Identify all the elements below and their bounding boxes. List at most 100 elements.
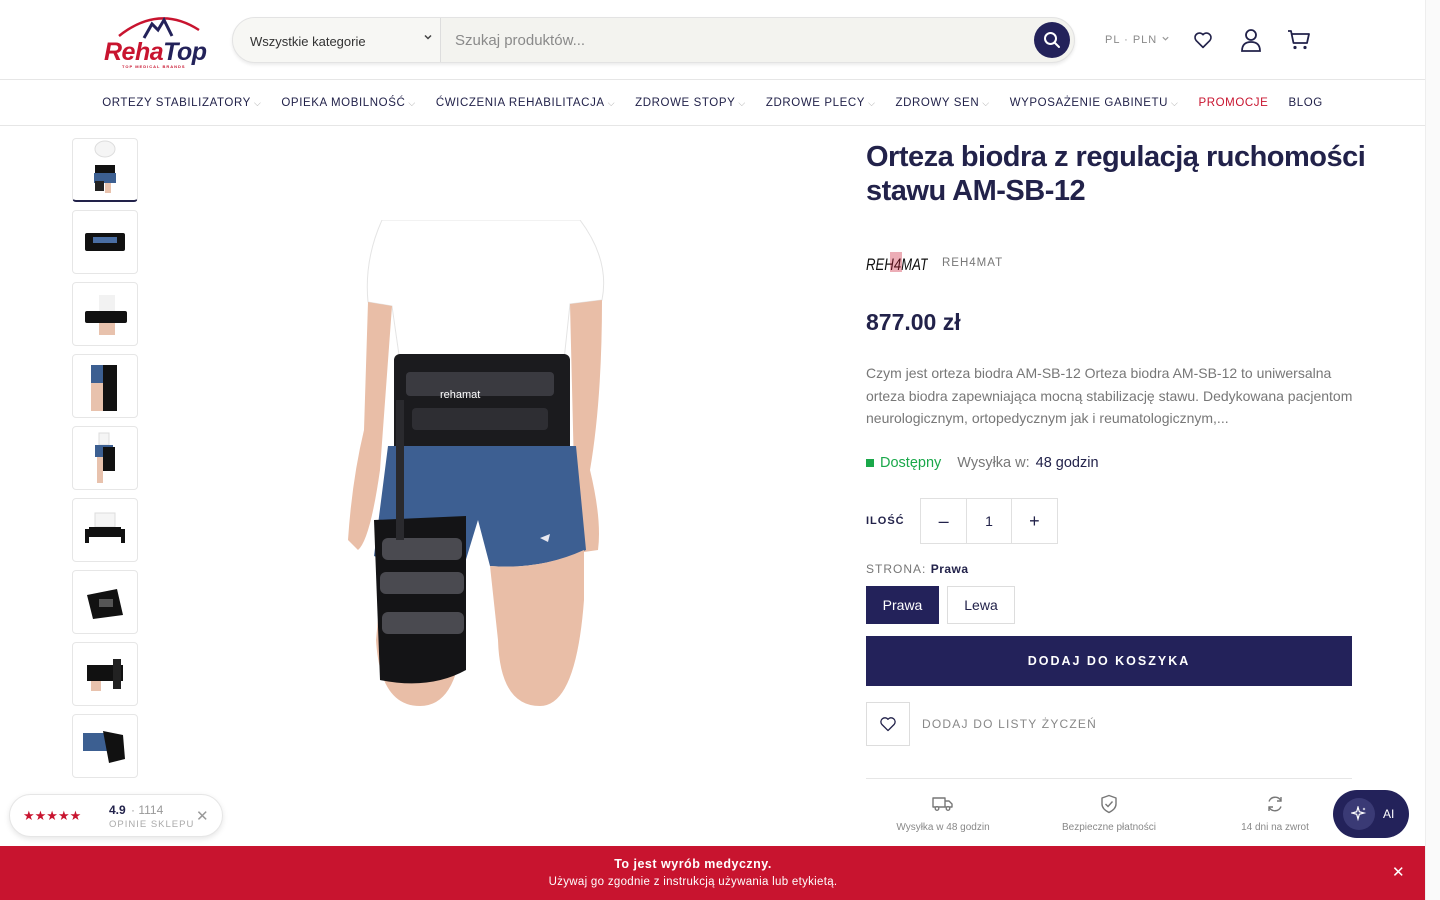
nav-item-label: ZDROWE PLECY [765,97,866,109]
nav-item-zdrowe-stopy[interactable]: ZDROWE STOPY ⌵ [625,97,756,109]
nav-item-label: BLOG [1288,97,1323,109]
close-icon[interactable]: ✕ [1392,863,1405,881]
rating-subtitle: OPINIE SKLEPU [109,819,195,830]
main-navigation: ORTEZY STABILIZATORY ⌵ OPIEKA MOBILNOŚĆ ⌵ … [0,81,1425,126]
product-photo-thumb [87,659,123,691]
add-to-wishlist-button[interactable] [866,702,910,746]
search-button[interactable] [1034,22,1070,58]
cart-button[interactable] [1286,27,1312,53]
product-photo-thumb [95,432,115,483]
thumbnail-image[interactable] [72,498,138,562]
ai-assistant-button[interactable]: AI [1333,790,1409,838]
search-bar: Wszystkie kategorie [232,17,1075,63]
refresh-icon [1268,796,1282,812]
thumbnail-image[interactable] [72,282,138,346]
product-photo-thumb [91,365,117,411]
language-currency-selector[interactable]: PL · PLN [1105,34,1170,46]
nav-item-label: ZDROWE STOPY [635,97,736,109]
cart-icon [1288,30,1310,50]
thumbnail-image[interactable] [72,138,138,202]
thumbnail-image[interactable] [72,570,138,634]
side-selected-value: Prawa [930,562,969,576]
account-button[interactable] [1238,27,1264,53]
user-icon [1241,29,1261,52]
product-title: Orteza biodra z regulacją ruchomości sta… [866,141,1366,207]
nav-item-zdrowy-sen[interactable]: ZDROWY SEN ⌵ [886,97,1000,109]
add-to-wishlist-link[interactable]: DODAJ DO LISTY ŻYCZEŃ [922,717,1097,731]
shipping-label: Wysyłka w: [957,455,1030,471]
nav-item-promocje[interactable]: PROMOCJE [1188,97,1278,109]
chevron-down-icon: ⌵ [408,97,416,108]
quantity-stepper: – 1 + [920,498,1058,544]
nav-item-label: PROMOCJE [1198,97,1269,109]
logo-tagline: TOP MEDICAL BRANDS [122,64,186,69]
heart-icon [880,717,896,732]
quantity-increase-button[interactable]: + [1012,499,1057,543]
side-label-text: STRONA: [866,562,927,576]
wishlist-button[interactable] [1190,27,1216,53]
search-input[interactable] [455,18,1025,62]
nav-item-blog[interactable]: BLOG [1278,97,1332,109]
nav-item-wyposazenie[interactable]: WYPOSAŻENIE GABINETU ⌵ [1000,97,1189,109]
sparkle-icon [1343,798,1375,830]
feature-shipping: Wysyłka w 48 godzin [868,794,1018,833]
star-rating-icon: ★★★★★ [23,808,82,823]
category-select[interactable]: Wszystkie kategorie [233,18,441,62]
product-photo-thumb [83,731,125,763]
reh4mat-logo-icon: REH4MAT [866,252,929,274]
brand-name[interactable]: REH4MAT [942,257,1003,269]
chevron-down-icon [423,31,433,45]
search-icon [1044,32,1060,48]
site-header: RehaTop TOP MEDICAL BRANDS Wszystkie kat… [0,0,1425,80]
product-photo-thumb [85,512,125,543]
product-photo-main: rehamat [348,219,605,706]
product-price: 877.00 zł [866,309,961,335]
brand-logo[interactable]: REH4MAT [866,250,929,276]
category-select-label: Wszystkie kategorie [250,34,366,49]
thumbnail-image[interactable] [72,642,138,706]
feature-label: Bezpieczne płatności [1062,822,1156,833]
availability-status: Dostępny [880,455,942,471]
nav-item-cwiczenia[interactable]: ĆWICZENIA REHABILITACJA ⌵ [426,97,625,109]
product-photo-thumb [87,589,123,619]
side-option-prawa[interactable]: Prawa [866,586,939,624]
chevron-down-icon: ⌵ [1171,97,1179,108]
thumbnail-image[interactable] [72,210,138,274]
quantity-input[interactable]: 1 [966,499,1012,543]
close-icon[interactable]: ✕ [196,807,209,825]
thumbnail-image[interactable] [72,714,138,778]
rehatop-logo[interactable]: RehaTop TOP MEDICAL BRANDS [104,10,212,72]
feature-payments: Bezpieczne płatności [1034,794,1184,833]
thumbnail-image[interactable] [72,354,138,418]
shop-rating-widget[interactable]: ★★★★★ 4.9 · 1114 OPINIE SKLEPU ✕ [9,794,223,837]
quantity-decrease-button[interactable]: – [921,499,966,543]
belt-brand-text: rehamat [440,389,480,401]
available-status-icon [866,459,874,467]
add-to-cart-button[interactable]: DODAJ DO KOSZYKA [866,636,1352,686]
banner-text: Używaj go zgodnie z instrukcją używania … [548,876,838,888]
chevron-down-icon [1162,36,1169,41]
truck-icon [932,797,953,811]
nav-item-label: WYPOSAŻENIE GABINETU [1009,97,1169,109]
nav-item-opieka[interactable]: OPIEKA MOBILNOŚĆ ⌵ [271,97,425,109]
ai-button-label: AI [1383,807,1395,821]
chevron-down-icon: ⌵ [868,97,876,108]
shipping-time: 48 godzin [1035,455,1099,471]
logo-text-top: Top [163,38,207,66]
nav-item-zdrowe-plecy[interactable]: ZDROWE PLECY ⌵ [756,97,886,109]
rating-score: 4.9 [109,803,126,817]
main-product-image[interactable]: rehamat [340,219,620,706]
nav-item-ortezy[interactable]: ORTEZY STABILIZATORY ⌵ [92,97,271,109]
side-option-lewa[interactable]: Lewa [947,586,1015,624]
quantity-label: ILOŚĆ [866,515,905,527]
chevron-down-icon: ⌵ [253,97,262,108]
product-description: Czym jest orteza biodra AM-SB-12 Orteza … [866,365,1353,426]
thumbnail-image[interactable] [72,426,138,490]
scrollbar[interactable] [1425,0,1440,900]
rating-count: · 1114 [131,803,164,817]
product-photo-thumb [85,233,125,251]
availability-row: Dostępny Wysyłka w: 48 godzin [866,455,1099,471]
chevron-down-icon: ⌵ [738,97,746,108]
feature-label: 14 dni na zwrot [1241,822,1309,833]
language-currency-label: PL · PLN [1105,34,1158,46]
